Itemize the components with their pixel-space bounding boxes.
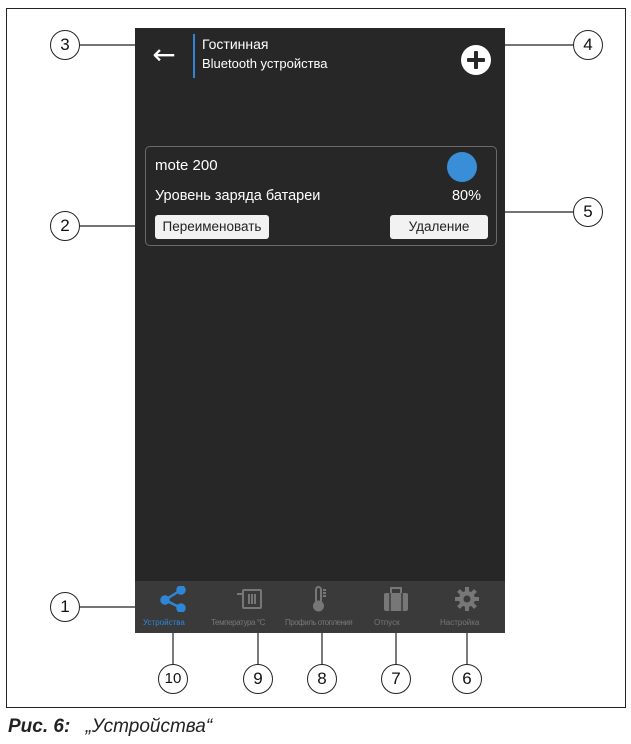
callout-5: 5 (573, 197, 603, 227)
caption-label: Рис. 6: (8, 716, 71, 737)
nav-label-settings: Настройка (440, 618, 480, 627)
nav-item-temperature[interactable]: Температура °C (211, 581, 285, 633)
nav-item-settings[interactable]: Настройка (437, 581, 501, 633)
callout-3: 3 (50, 30, 80, 60)
nav-label-devices: Устройства (143, 618, 185, 627)
status-indicator (447, 152, 477, 182)
suitcase-icon (384, 587, 408, 611)
page-title: Гостинная (202, 36, 269, 52)
heater-icon (237, 589, 262, 609)
callout-1: 1 (50, 592, 80, 622)
figure-caption: Рис. 6: „Устройства“ (8, 716, 212, 738)
caption-text: „Устройства“ (85, 716, 213, 737)
device-name: mote 200 (155, 157, 218, 174)
thermometer-icon (313, 586, 326, 612)
callout-8: 8 (307, 664, 337, 694)
nav-label-vacation: Отпуск (374, 618, 400, 627)
delete-button[interactable]: Удаление (390, 215, 488, 239)
callout-6: 6 (452, 664, 482, 694)
app-screen: ← Гостинная Bluetooth устройства mote 20… (135, 28, 505, 633)
add-device-button[interactable] (461, 45, 491, 75)
battery-label: Уровень заряда батареи (155, 188, 321, 204)
page-subtitle: Bluetooth устройства (202, 56, 328, 71)
callout-9: 9 (243, 664, 273, 694)
nav-label-temperature: Температура °C (211, 618, 266, 627)
nav-item-vacation[interactable]: Отпуск (371, 581, 421, 633)
nav-label-heating-profile: Профиль отопления (285, 618, 353, 627)
nav-item-devices[interactable]: Устройства (143, 581, 203, 633)
callout-4: 4 (573, 30, 603, 60)
title-divider (193, 34, 195, 78)
callout-2: 2 (50, 211, 80, 241)
nav-item-heating-profile[interactable]: Профиль отопления (285, 581, 361, 633)
callout-10: 10 (158, 664, 188, 694)
battery-value: 80% (451, 188, 481, 204)
rename-button[interactable]: Переименовать (155, 215, 269, 239)
header-bar: ← Гостинная Bluetooth устройства (135, 28, 505, 92)
bottom-navigation: Устройства Температура °C Профиль отопле… (135, 581, 505, 633)
share-nodes-icon (160, 586, 186, 612)
callout-7: 7 (381, 664, 411, 694)
gear-icon (455, 587, 479, 611)
device-card: mote 200 Уровень заряда батареи 80% Пере… (145, 146, 497, 246)
back-arrow-icon[interactable]: ← (149, 40, 179, 70)
